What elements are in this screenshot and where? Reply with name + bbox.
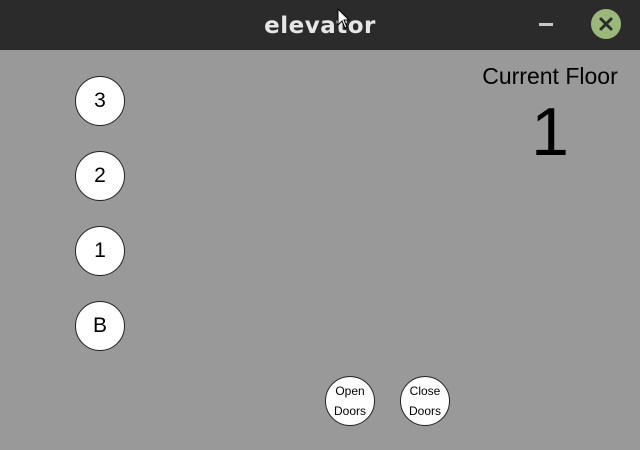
floor-b-button[interactable]: B (75, 301, 125, 351)
minimize-icon (539, 23, 553, 26)
title-bar[interactable]: elevator (0, 0, 640, 50)
close-doors-label-line2: Doors (408, 404, 441, 418)
mouse-cursor-icon (337, 8, 351, 29)
floor-3-button[interactable]: 3 (75, 76, 125, 126)
close-doors-label-line1: Close (409, 384, 441, 398)
open-doors-label-line1: Open (335, 384, 365, 398)
current-floor-value: 1 (531, 94, 569, 170)
open-doors-button[interactable]: Open Doors (325, 376, 375, 426)
close-button[interactable] (591, 9, 621, 39)
minimize-button[interactable] (532, 12, 560, 38)
floor-1-button[interactable]: 1 (75, 226, 125, 276)
open-doors-label-line2: Doors (333, 404, 366, 418)
floor-2-button[interactable]: 2 (75, 151, 125, 201)
close-icon (599, 17, 613, 31)
close-doors-button[interactable]: Close Doors (400, 376, 450, 426)
current-floor-label: Current Floor (482, 63, 618, 89)
